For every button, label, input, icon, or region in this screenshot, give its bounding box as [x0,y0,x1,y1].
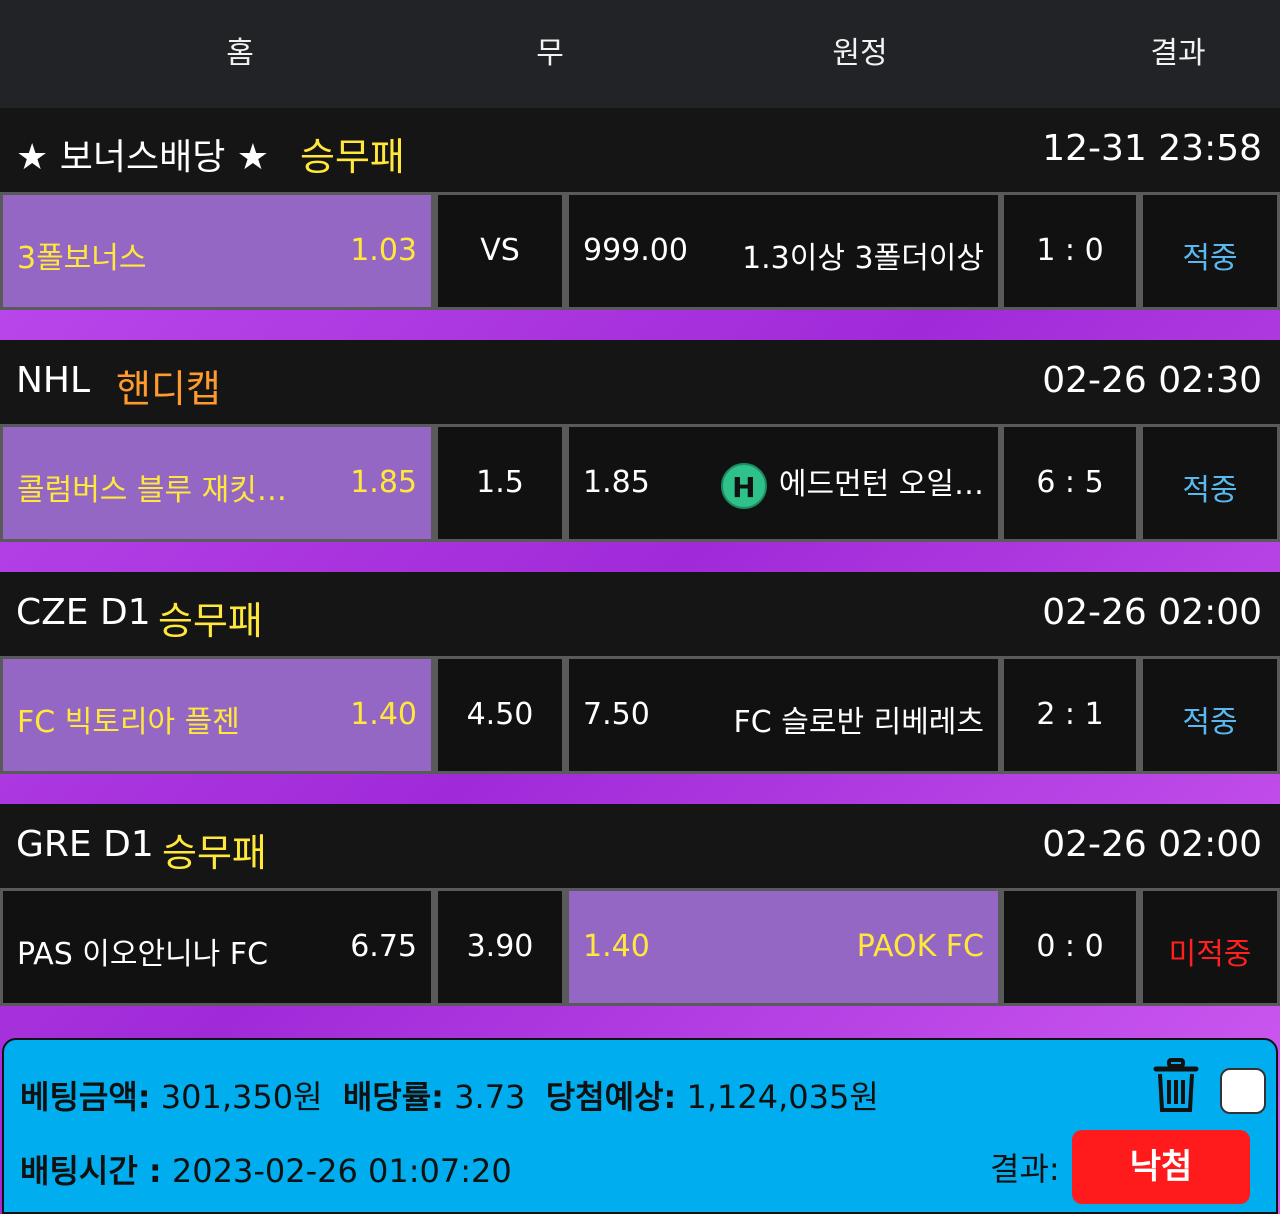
draw-value: 3.90 [466,929,534,964]
bet-amount-value: 301,350원 [160,1078,323,1116]
header-draw: 무 [536,36,564,71]
trash-icon[interactable] [1152,1058,1200,1114]
home-odds: 1.40 [350,697,417,732]
result-cell: 적중 [1143,427,1277,539]
away-odds: 7.50 [583,697,650,732]
final-result-label: 결과: [990,1150,1060,1188]
expected-win-value: 1,124,035원 [686,1078,879,1116]
odds-row: PAS 이오안니나 FC 6.75 3.90 1.40 PAOK FC 0 : … [0,888,1280,1006]
result-status: 미적중 [1168,937,1252,972]
score: 0 : 0 [1036,929,1104,964]
bet-type: 승무패 [162,831,267,875]
handicap-cell[interactable]: 1.5 [438,427,562,539]
odds-rate-label: 배당률: [342,1078,444,1116]
match-datetime: 02-26 02:00 [1042,592,1262,633]
final-result-button[interactable]: 낙첨 [1072,1130,1250,1204]
bet-summary-panel: 베팅금액: 301,350원 배당률: 3.73 당첨예상: 1,124,035… [2,1038,1278,1214]
match-datetime: 02-26 02:00 [1042,824,1262,865]
away-odds-cell[interactable]: 7.50 FC 슬로반 리베레츠 [569,659,998,771]
league-name: NHL [16,360,91,401]
draw-cell[interactable]: 4.50 [438,659,562,771]
result-status: 적중 [1182,473,1238,508]
home-odds-cell[interactable]: 콜럼버스 블루 재킷… 1.85 [3,427,431,539]
score-cell: 6 : 5 [1004,427,1136,539]
score: 2 : 1 [1036,697,1104,732]
home-odds-cell[interactable]: FC 빅토리아 플젠 1.40 [3,659,431,771]
handicap-value: 1.5 [476,465,524,500]
score-cell: 2 : 1 [1004,659,1136,771]
home-team: FC 빅토리아 플젠 [17,705,240,740]
odds-row: FC 빅토리아 플젠 1.40 4.50 7.50 FC 슬로반 리베레츠 2 … [0,656,1280,774]
home-odds: 1.03 [350,233,417,268]
expected-win-label: 당첨예상: [545,1078,677,1116]
away-odds: 1.40 [583,929,650,964]
draw-value: VS [480,233,520,268]
bet-time-label: 배팅시간 : [20,1152,162,1190]
league-name: CZE D1 [16,592,151,633]
away-team-wrap: H 에드먼턴 오일… [720,459,984,509]
header-away: 원정 [832,36,888,71]
result-cell: 적중 [1143,659,1277,771]
away-odds-cell[interactable]: 1.40 PAOK FC [569,891,998,1003]
draw-cell[interactable]: VS [438,195,562,307]
result-cell: 적중 [1143,195,1277,307]
header-result: 결과 [1150,36,1206,71]
odds-row: 3폴보너스 1.03 VS 999.00 1.3이상 3폴더이상 1 : 0 적… [0,192,1280,310]
away-team: FC 슬로반 리베레츠 [733,705,984,740]
handicap-badge-icon: H [720,462,767,509]
bet-type: 핸디캡 [116,367,221,411]
away-odds-cell[interactable]: 1.85 H 에드먼턴 오일… [569,427,998,539]
home-odds: 1.85 [350,465,417,500]
away-odds: 1.85 [583,465,650,500]
league-name: GRE D1 [16,824,154,865]
bet-time-value: 2023-02-26 01:07:20 [171,1152,512,1190]
header-home: 홈 [226,36,254,71]
home-team: PAS 이오안니나 FC [17,937,269,972]
column-header: 홈 무 원정 결과 [0,0,1280,108]
score: 1 : 0 [1036,233,1104,268]
match-title-bar: CZE D1 승무패 02-26 02:00 [0,572,1280,656]
away-odds-cell[interactable]: 999.00 1.3이상 3폴더이상 [569,195,998,307]
score-cell: 0 : 0 [1004,891,1136,1003]
match-datetime: 02-26 02:30 [1042,360,1262,401]
score-cell: 1 : 0 [1004,195,1136,307]
bet-summary-line: 베팅금액: 301,350원 배당률: 3.73 당첨예상: 1,124,035… [20,1072,879,1118]
result-status: 적중 [1182,705,1238,740]
away-team: PAOK FC [856,929,984,964]
result-cell: 미적중 [1143,891,1277,1003]
bet-type: 승무패 [158,599,263,643]
home-odds-cell[interactable]: 3폴보너스 1.03 [3,195,431,307]
match-title-bar: ★ 보너스배당 ★ 승무패 12-31 23:58 [0,108,1280,192]
match-title-bar: GRE D1 승무패 02-26 02:00 [0,804,1280,888]
home-team: 콜럼버스 블루 재킷… [17,473,287,508]
score: 6 : 5 [1036,465,1104,500]
select-checkbox[interactable] [1220,1068,1266,1114]
match-title-bar: NHL 핸디캡 02-26 02:30 [0,340,1280,424]
away-team: 1.3이상 3폴더이상 [742,241,984,276]
bet-type: 승무패 [300,135,405,179]
draw-value: 4.50 [466,697,534,732]
odds-rate-value: 3.73 [454,1078,526,1116]
home-team: 3폴보너스 [17,241,147,276]
bet-amount-label: 베팅금액: [20,1078,151,1116]
away-odds: 999.00 [583,233,688,268]
match-datetime: 12-31 23:58 [1042,128,1262,169]
draw-cell[interactable]: 3.90 [438,891,562,1003]
odds-row: 콜럼버스 블루 재킷… 1.85 1.5 1.85 H 에드먼턴 오일… 6 : … [0,424,1280,542]
league-name: ★ 보너스배당 ★ [16,137,270,178]
home-odds: 6.75 [350,929,417,964]
bet-time-line: 배팅시간 : 2023-02-26 01:07:20 [20,1146,512,1192]
away-team: 에드먼턴 오일… [778,467,984,502]
result-status: 적중 [1182,241,1238,276]
home-odds-cell[interactable]: PAS 이오안니나 FC 6.75 [3,891,431,1003]
